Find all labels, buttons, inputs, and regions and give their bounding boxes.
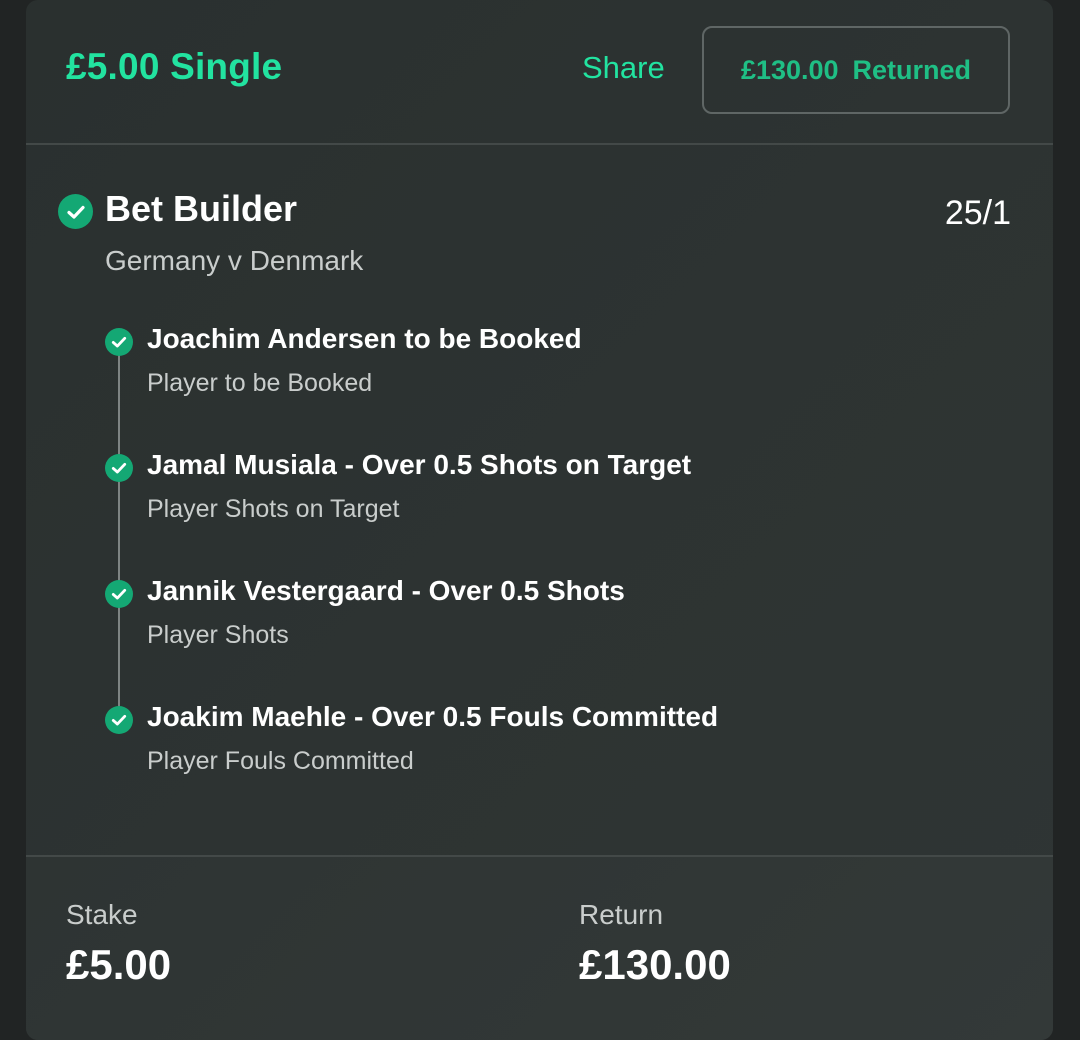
returned-badge: £130.00 Returned — [702, 26, 1010, 114]
check-circle-icon — [58, 194, 93, 229]
check-circle-icon — [105, 580, 133, 608]
leg-selection: Jannik Vestergaard - Over 0.5 Shots — [147, 575, 625, 606]
bet-header: £5.00 Single Share £130.00 Returned — [26, 0, 1053, 145]
leg-selection: Joakim Maehle - Over 0.5 Fouls Committed — [147, 701, 719, 732]
check-circle-icon — [105, 328, 133, 356]
returned-amount: £130.00 — [740, 54, 839, 85]
leg-market: Player to be Booked — [147, 369, 373, 397]
event-name: Germany v Denmark — [105, 245, 364, 276]
returned-label: Returned — [852, 54, 972, 85]
bet-type-title: Bet Builder — [105, 188, 298, 229]
share-button[interactable]: Share — [582, 50, 665, 86]
bet-summary-footer: Stake £5.00 Return £130.00 — [26, 855, 1053, 1040]
leg-market: Player Fouls Committed — [147, 747, 414, 775]
leg-selection: Jamal Musiala - Over 0.5 Shots on Target — [147, 449, 692, 480]
leg-market: Player Shots on Target — [147, 495, 400, 523]
stake-label: Stake — [66, 899, 138, 930]
check-circle-icon — [105, 706, 133, 734]
legs-timeline-line — [118, 342, 120, 720]
return-value: £130.00 — [579, 941, 731, 988]
bet-card: £5.00 Single Share £130.00 Returned Bet … — [26, 0, 1053, 1040]
leg-market: Player Shots — [147, 621, 289, 649]
return-label: Return — [579, 899, 664, 930]
bet-odds: 25/1 — [944, 194, 1011, 232]
bet-title: £5.00 Single — [66, 46, 283, 87]
check-circle-icon — [105, 454, 133, 482]
stake-value: £5.00 — [66, 941, 172, 988]
leg-selection: Joachim Andersen to be Booked — [147, 323, 582, 354]
